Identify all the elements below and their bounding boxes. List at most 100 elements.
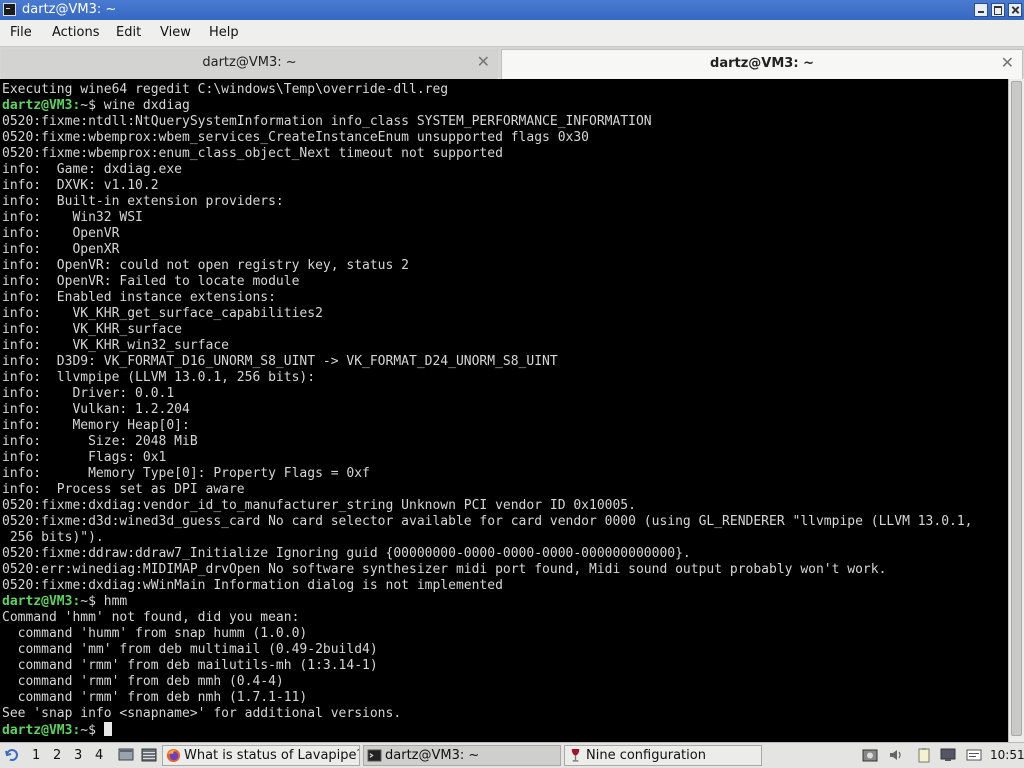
task-firefox[interactable]: What is status of Lavapipe?...	[162, 745, 360, 766]
terminal-text-area: Executing wine64 regedit C:\windows\Temp…	[2, 82, 1007, 738]
line-text: ~$	[80, 723, 104, 738]
network-icon[interactable]	[940, 747, 956, 763]
terminal-line: info: DXVK: v1.10.2	[2, 178, 1007, 194]
menu-help[interactable]: Help	[209, 25, 239, 40]
volume-icon[interactable]	[888, 747, 904, 763]
terminal-line: command 'mm' from deb multimail (0.49-2b…	[2, 642, 1007, 658]
terminal-line: dartz@VM3:~$ wine dxdiag	[2, 98, 1007, 114]
menu-view[interactable]: View	[160, 25, 191, 40]
line-text: 0520:fixme:wbemprox:enum_class_object_Ne…	[2, 146, 503, 161]
terminal-line: See 'snap info <snapname>' for additiona…	[2, 706, 1007, 722]
line-text: See 'snap info <snapname>' for additiona…	[2, 706, 402, 721]
line-text: info: llvmpipe (LLVM 13.0.1, 256 bits):	[2, 370, 316, 385]
menu-file[interactable]: File	[10, 25, 32, 40]
close-window-button[interactable]	[1008, 3, 1022, 17]
terminal-line: info: Size: 2048 MiB	[2, 434, 1007, 450]
line-text: info: OpenVR: could not open registry ke…	[2, 258, 409, 273]
task-nine-configuration[interactable]: Nine configuration	[564, 745, 762, 766]
notification-icon[interactable]	[966, 747, 982, 763]
line-text: 256 bits)").	[2, 530, 104, 545]
line-text: 0520:err:winediag:MIDIMAP_drvOpen No sof…	[2, 562, 887, 577]
line-text: 0520:fixme:dxdiag:wWinMain Information d…	[2, 578, 503, 593]
tab-label: dartz@VM3: ~	[202, 55, 297, 70]
text-cursor	[103, 722, 112, 736]
terminal-line: 0520:fixme:dxdiag:vendor_id_to_manufactu…	[2, 498, 1007, 514]
tab-terminal-1[interactable]: dartz@VM3: ~ ✕	[1, 49, 498, 79]
line-text: info: Built-in extension providers:	[2, 194, 284, 209]
tab-close-icon[interactable]: ✕	[1001, 53, 1014, 72]
workspace-2[interactable]: 2	[53, 748, 61, 763]
tab-terminal-2[interactable]: dartz@VM3: ~ ✕	[501, 49, 1023, 79]
line-text: command 'mm' from deb multimail (0.49-2b…	[2, 642, 378, 657]
workspace-4[interactable]: 4	[95, 748, 103, 763]
terminal-line: info: Built-in extension providers:	[2, 194, 1007, 210]
screenshot-tray-icon[interactable]	[862, 747, 878, 763]
terminal-line: 0520:fixme:d3d:wined3d_guess_card No car…	[2, 514, 1007, 530]
terminal-output[interactable]: Executing wine64 regedit C:\windows\Temp…	[0, 79, 1024, 742]
window-list-icon[interactable]	[141, 747, 157, 763]
terminal-line: 0520:fixme:ddraw:ddraw7_Initialize Ignor…	[2, 546, 1007, 562]
line-text: Executing wine64 regedit C:\windows\Temp…	[2, 82, 449, 97]
task-label: What is status of Lavapipe?...	[184, 748, 360, 763]
terminal-line: command 'rmm' from deb nmh (1.7.1-11)	[2, 690, 1007, 706]
terminal-line: info: OpenVR: Failed to locate module	[2, 274, 1007, 290]
shell-prompt: dartz@VM3:	[2, 723, 81, 738]
clipboard-icon[interactable]	[916, 747, 932, 763]
terminal-line: info: Enabled instance extensions:	[2, 290, 1007, 306]
line-text: Command 'hmm' not found, did you mean:	[2, 610, 300, 625]
menu-edit[interactable]: Edit	[116, 25, 141, 40]
taskbar: 1 2 3 4 What is status of Lavapipe?... d…	[0, 742, 1024, 768]
tab-close-icon[interactable]: ✕	[477, 52, 490, 71]
terminal-line: 256 bits)").	[2, 530, 1007, 546]
line-text: info: D3D9: VK_FORMAT_D16_UNORM_S8_UINT …	[2, 354, 558, 369]
menu-bar: File Actions Edit View Help	[0, 20, 1024, 46]
terminal-line: dartz@VM3:~$ hmm	[2, 594, 1007, 610]
line-text: command 'rmm' from deb nmh (1.7.1-11)	[2, 690, 308, 705]
scrollbar-thumb[interactable]	[1011, 81, 1022, 736]
line-text: info: Game: dxdiag.exe	[2, 162, 183, 177]
minimize-button[interactable]	[974, 3, 988, 17]
terminal-line: 0520:fixme:wbemprox:wbem_services_Create…	[2, 130, 1007, 146]
line-text: info: Driver: 0.0.1	[2, 386, 175, 401]
maximize-button[interactable]	[991, 3, 1005, 17]
clock[interactable]: 10:51	[990, 748, 1024, 762]
terminal-line: info: OpenVR	[2, 226, 1007, 242]
line-text: command 'humm' from snap humm (1.0.0)	[2, 626, 308, 641]
line-text: ~$ wine dxdiag	[80, 98, 190, 113]
terminal-line: info: VK_KHR_surface	[2, 322, 1007, 338]
line-text: info: Memory Heap[0]:	[2, 418, 190, 433]
line-text: 0520:fixme:d3d:wined3d_guess_card No car…	[2, 514, 973, 529]
terminal-line: 0520:err:winediag:MIDIMAP_drvOpen No sof…	[2, 562, 1007, 578]
terminal-line: 0520:fixme:ntdll:NtQuerySystemInformatio…	[2, 114, 1007, 130]
line-text: ~$ hmm	[80, 594, 128, 609]
app-menu-icon[interactable]	[4, 747, 20, 763]
task-label: dartz@VM3: ~	[385, 748, 480, 763]
terminal-app-icon[interactable]	[3, 3, 16, 16]
terminal-line: info: Flags: 0x1	[2, 450, 1007, 466]
terminal-line: command 'humm' from snap humm (1.0.0)	[2, 626, 1007, 642]
menu-actions[interactable]: Actions	[52, 25, 100, 40]
terminal-line: Command 'hmm' not found, did you mean:	[2, 610, 1007, 626]
workspace-3[interactable]: 3	[74, 748, 82, 763]
line-text: info: Win32 WSI	[2, 210, 143, 225]
terminal-line: info: VK_KHR_get_surface_capabilities2	[2, 306, 1007, 322]
firefox-icon	[166, 748, 181, 763]
line-text: 0520:fixme:wbemprox:wbem_services_Create…	[2, 130, 589, 145]
terminal-line: Executing wine64 regedit C:\windows\Temp…	[2, 82, 1007, 98]
terminal-line: command 'rmm' from deb mmh (0.4-4)	[2, 674, 1007, 690]
line-text: command 'rmm' from deb mailutils-mh (1:3…	[2, 658, 378, 673]
terminal-line: info: llvmpipe (LLVM 13.0.1, 256 bits):	[2, 370, 1007, 386]
line-text: info: VK_KHR_surface	[2, 322, 183, 337]
line-text: info: Size: 2048 MiB	[2, 434, 198, 449]
terminal-line: info: Game: dxdiag.exe	[2, 162, 1007, 178]
line-text: 0520:fixme:ntdll:NtQuerySystemInformatio…	[2, 114, 652, 129]
line-text: info: OpenVR	[2, 226, 120, 241]
window-titlebar[interactable]: dartz@VM3: ~	[0, 0, 1024, 20]
workspace-1[interactable]: 1	[32, 748, 40, 763]
task-terminal[interactable]: dartz@VM3: ~	[363, 745, 561, 766]
terminal-scrollbar[interactable]	[1008, 79, 1024, 742]
line-text: info: OpenVR: Failed to locate module	[2, 274, 300, 289]
window-title: dartz@VM3: ~	[22, 2, 117, 17]
show-desktop-icon[interactable]	[118, 747, 134, 763]
line-text: info: Flags: 0x1	[2, 450, 167, 465]
